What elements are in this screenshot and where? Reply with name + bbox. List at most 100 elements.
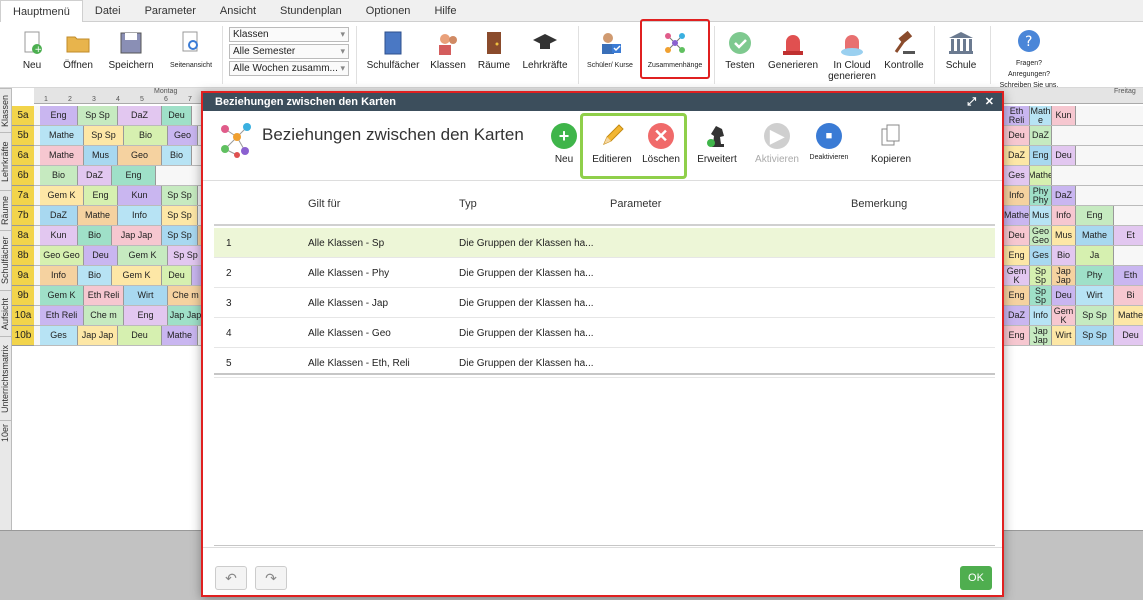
lesson-card[interactable]: DaZ xyxy=(118,106,162,125)
lesson-card[interactable]: DaZ xyxy=(1004,146,1030,165)
lesson-card[interactable]: Bio xyxy=(1052,246,1076,265)
lesson-card[interactable]: Bio xyxy=(124,126,168,145)
class-row-label[interactable]: 8b xyxy=(12,246,34,266)
aktivieren-button[interactable]: ▶ Aktivieren xyxy=(755,123,799,165)
col-gilt-fuer[interactable]: Gilt für xyxy=(308,198,340,210)
raeume-button[interactable]: Räume xyxy=(476,30,512,71)
ok-button[interactable]: OK xyxy=(960,566,992,590)
lesson-card[interactable]: Kun xyxy=(1052,106,1076,125)
menu-hauptmenue[interactable]: Hauptmenü xyxy=(0,0,83,23)
class-row-label[interactable]: 7b xyxy=(12,206,34,226)
lesson-card[interactable]: Sp Sp xyxy=(84,126,124,145)
lesson-card[interactable]: Eng xyxy=(40,106,78,125)
lesson-card[interactable]: Jap Jap xyxy=(112,226,162,245)
sidetab-10er[interactable]: 10er xyxy=(0,420,12,444)
lesson-card[interactable]: Mathe xyxy=(1114,306,1143,325)
lesson-card[interactable]: Eng xyxy=(1030,146,1052,165)
lesson-card[interactable]: Che m xyxy=(168,286,204,305)
col-bemerkung[interactable]: Bemerkung xyxy=(851,198,907,210)
schueler-kurse-button[interactable]: Schüler/ Kurse xyxy=(584,30,636,71)
oeffnen-button[interactable]: Öffnen xyxy=(58,30,98,71)
speichern-button[interactable]: Speichern xyxy=(104,30,158,71)
relation-row[interactable]: 2 Alle Klassen - Phy Die Gruppen der Klass… xyxy=(214,258,995,288)
lesson-card[interactable]: Eng xyxy=(124,306,168,325)
class-row-label[interactable]: 5a xyxy=(12,106,34,126)
lesson-card[interactable]: Geo Geo xyxy=(40,246,84,265)
lesson-card[interactable]: Eng xyxy=(1004,326,1030,345)
sidetab-unterrichtsmatrix[interactable]: Unterrichtsmatrix xyxy=(0,336,12,420)
semester-select[interactable]: Alle Semester xyxy=(229,44,349,59)
maximize-icon[interactable]: ⤢ xyxy=(967,93,976,111)
menu-parameter[interactable]: Parameter xyxy=(133,0,208,21)
lesson-card[interactable]: Eth Reli xyxy=(40,306,84,325)
lesson-card[interactable]: Sp Sp xyxy=(162,226,198,245)
lesson-card[interactable]: DaZ xyxy=(1052,186,1076,205)
lesson-card[interactable]: Sp Sp xyxy=(162,206,198,225)
lesson-card[interactable]: Bio xyxy=(78,266,112,285)
lesson-card[interactable]: Mathe xyxy=(1030,166,1052,185)
lesson-card[interactable]: Mus xyxy=(84,146,118,165)
lesson-card[interactable]: Ja xyxy=(1076,246,1114,265)
lesson-card[interactable]: Phy xyxy=(1076,266,1114,285)
sidetab-raeume[interactable]: Räume xyxy=(0,190,12,230)
relation-row[interactable]: 3 Alle Klassen - Jap Die Gruppen der Klass… xyxy=(214,288,995,318)
lesson-card[interactable]: Eth Reli xyxy=(1004,106,1030,125)
relation-row[interactable]: 4 Alle Klassen - Geo Die Gruppen der Klass… xyxy=(214,318,995,348)
class-row-label[interactable]: 6b xyxy=(12,166,34,186)
undo-button[interactable]: ↶ xyxy=(215,566,247,590)
lesson-card[interactable]: Mathe xyxy=(78,206,118,225)
class-row-label[interactable]: 7a xyxy=(12,186,34,206)
lesson-card[interactable]: Et xyxy=(1114,226,1143,245)
menu-hilfe[interactable]: Hilfe xyxy=(422,0,468,21)
lesson-card[interactable]: Ges xyxy=(1030,246,1052,265)
deaktivieren-button[interactable]: ■ Deaktivieren xyxy=(807,123,851,161)
lesson-card[interactable]: Mathe xyxy=(1076,226,1114,245)
lesson-card[interactable]: Sp Sp xyxy=(168,246,204,265)
lesson-card[interactable]: Mus xyxy=(1052,226,1076,245)
erweitert-button[interactable]: Erweitert xyxy=(695,123,739,165)
menu-ansicht[interactable]: Ansicht xyxy=(208,0,268,21)
relation-row[interactable]: 1 Alle Klassen - Sp Die Gruppen der Klasse… xyxy=(214,228,995,258)
lesson-card[interactable]: Ges xyxy=(40,326,78,345)
lesson-card[interactable]: Bio xyxy=(78,226,112,245)
class-row-label[interactable]: 10a xyxy=(12,306,34,326)
lesson-card[interactable]: Sp Sp xyxy=(1030,266,1052,285)
lesson-card[interactable]: Gem K xyxy=(40,286,84,305)
lesson-card[interactable]: Sp Sp xyxy=(1076,306,1114,325)
lesson-card[interactable]: Deu xyxy=(1052,286,1076,305)
lesson-card[interactable]: Deu xyxy=(1004,126,1030,145)
klassen-select[interactable]: Klassen xyxy=(229,27,349,42)
lesson-card[interactable]: DaZ xyxy=(40,206,78,225)
lesson-card[interactable]: Gem K xyxy=(1052,306,1076,325)
class-row-label[interactable]: 5b xyxy=(12,126,34,146)
kontrolle-button[interactable]: Kontrolle xyxy=(882,30,926,71)
lesson-card[interactable]: Gem K xyxy=(112,266,162,285)
col-typ[interactable]: Typ xyxy=(459,198,477,210)
lesson-card[interactable]: Info xyxy=(40,266,78,285)
lesson-card[interactable]: Eng xyxy=(84,186,118,205)
lesson-card[interactable]: Deu xyxy=(1052,146,1076,165)
lesson-card[interactable]: Info xyxy=(118,206,162,225)
class-row-label[interactable]: 8a xyxy=(12,226,34,246)
schulfaecher-button[interactable]: Schulfächer xyxy=(366,30,420,71)
lesson-card[interactable]: Deu xyxy=(84,246,118,265)
lesson-card[interactable]: Eng xyxy=(1076,206,1114,225)
lesson-card[interactable]: Wirt xyxy=(124,286,168,305)
feedback-button[interactable]: ? Fragen? Anregungen? Schreiben Sie uns. xyxy=(996,28,1062,91)
lesson-card[interactable]: Info xyxy=(1030,306,1052,325)
lesson-card[interactable]: Eng xyxy=(1004,286,1030,305)
lesson-card[interactable]: DaZ xyxy=(1030,126,1052,145)
lesson-card[interactable]: Info xyxy=(1052,206,1076,225)
menu-stundenplan[interactable]: Stundenplan xyxy=(268,0,354,21)
lesson-card[interactable]: Eth Reli xyxy=(84,286,124,305)
class-row-label[interactable]: 10b xyxy=(12,326,34,346)
lesson-card[interactable]: Deu xyxy=(1004,226,1030,245)
lesson-card[interactable]: Deu xyxy=(118,326,162,345)
class-row-label[interactable]: 9a xyxy=(12,266,34,286)
klassen-button[interactable]: Klassen xyxy=(428,30,468,71)
lesson-card[interactable]: Geo Geo xyxy=(1030,226,1052,245)
neu-button[interactable]: + Neu xyxy=(14,30,50,71)
col-parameter[interactable]: Parameter xyxy=(610,198,661,210)
lesson-card[interactable]: Bio xyxy=(162,146,192,165)
lesson-card[interactable]: Geo xyxy=(118,146,162,165)
